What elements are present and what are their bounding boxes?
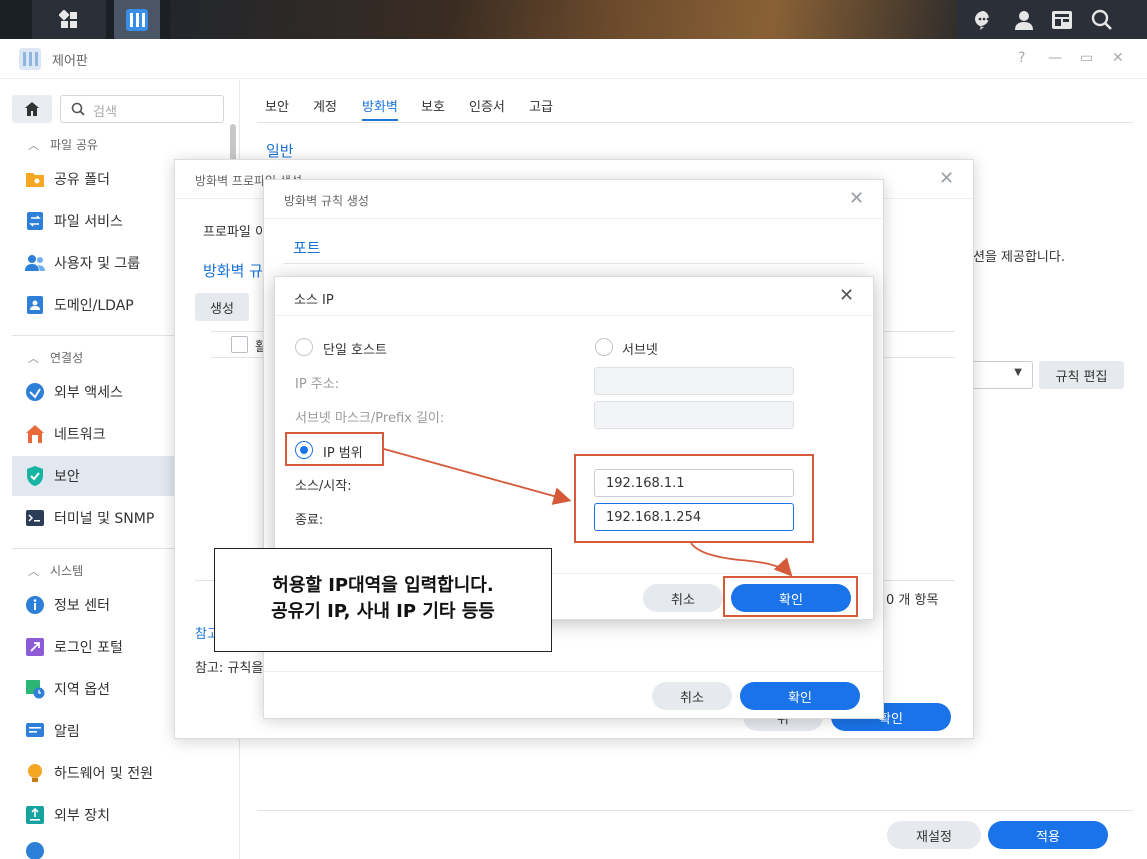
annotation-line-2: 공유기 IP, 사내 IP 기타 등등 xyxy=(271,601,495,622)
arrow-to-ok xyxy=(690,542,793,577)
annotation-arrows xyxy=(383,448,793,577)
arrow-to-fields xyxy=(383,448,572,505)
annotation-line-1: 허용할 IP대역을 입력합니다. xyxy=(272,575,494,596)
annotation-callout: 허용할 IP대역을 입력합니다. 공유기 IP, 사내 IP 기타 등등 xyxy=(214,548,552,652)
